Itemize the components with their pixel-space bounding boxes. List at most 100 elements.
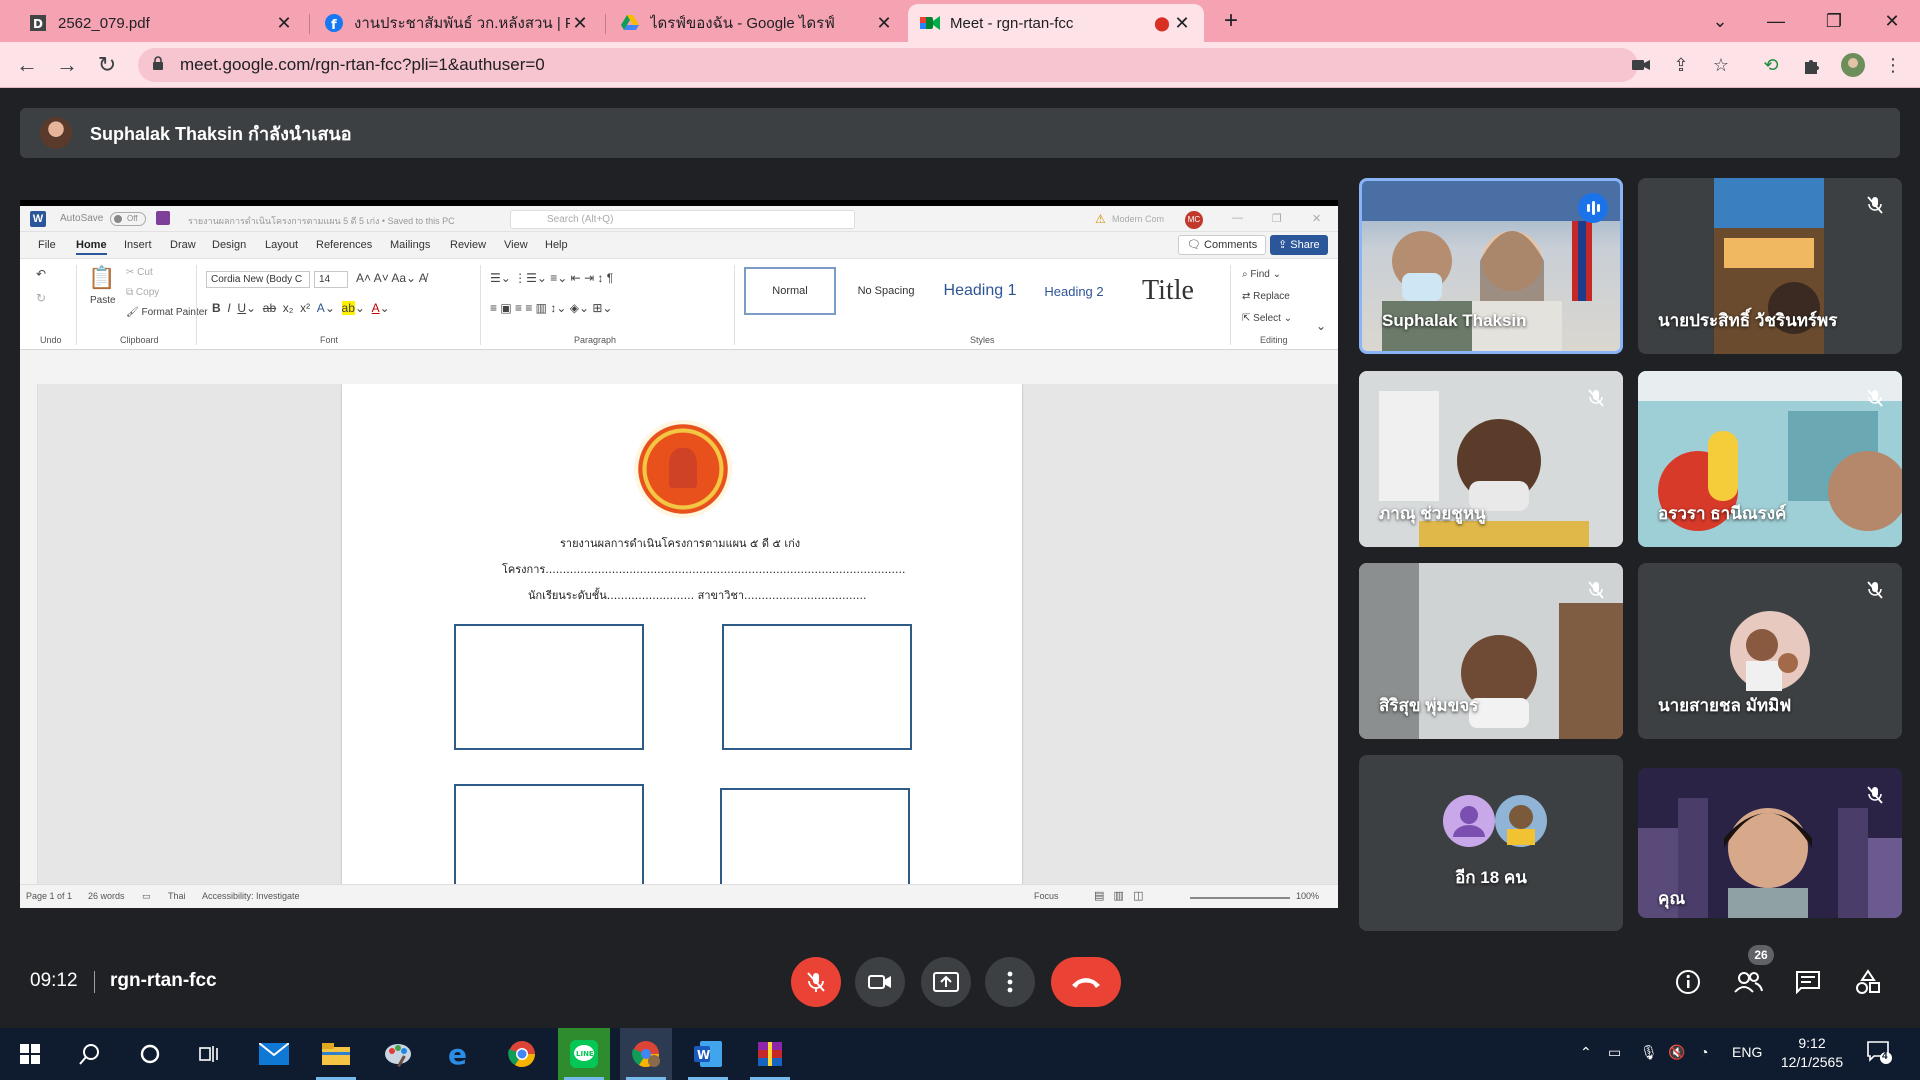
taskbar-word[interactable]: W <box>682 1028 734 1080</box>
ribbon-tab-view[interactable]: View <box>504 239 528 251</box>
forward-icon[interactable]: → <box>52 50 82 80</box>
show-hidden-icons[interactable]: ⌃ <box>1580 1044 1592 1061</box>
taskbar-edge[interactable]: e <box>434 1028 486 1080</box>
camera-in-use-icon[interactable] <box>1628 52 1654 78</box>
comments-button[interactable]: 🗨 Comments <box>1178 235 1267 255</box>
document-page[interactable]: รายงานผลการดำเนินโครงการตามแผน ๕ ดี ๕ เก… <box>342 384 1022 884</box>
reload-icon[interactable]: ↻ <box>92 50 122 80</box>
tab-search-icon[interactable]: ⌄ <box>1692 0 1748 42</box>
browser-tab-meet[interactable]: Meet - rgn-rtan-fcc ⬤ ✕ <box>908 4 1204 42</box>
focus-mode-button[interactable]: Focus <box>1034 891 1059 901</box>
undo-icon[interactable]: ↶ <box>36 267 46 281</box>
save-icon[interactable] <box>156 211 170 225</box>
minimize-icon[interactable]: — <box>1748 0 1804 42</box>
address-bar[interactable]: meet.google.com/rgn-rtan-fcc?pli=1&authu… <box>138 48 1638 82</box>
more-options-button[interactable] <box>985 957 1035 1007</box>
participant-tile[interactable]: ภาณุ ช่วยชูหนู <box>1359 371 1623 547</box>
replace-button[interactable]: ⇄ Replace <box>1242 291 1290 302</box>
taskbar-chrome[interactable] <box>496 1028 548 1080</box>
word-close-icon[interactable]: ✕ <box>1312 212 1321 225</box>
ribbon-tab-file[interactable]: File <box>38 239 56 251</box>
share-page-icon[interactable]: ⇪ <box>1668 52 1694 78</box>
style-normal[interactable]: Normal <box>744 267 836 315</box>
camera-toggle-button[interactable] <box>855 957 905 1007</box>
close-window-icon[interactable]: ✕ <box>1864 0 1920 42</box>
participant-tile-self[interactable]: คุณ <box>1638 768 1902 918</box>
cortana-button[interactable] <box>124 1028 176 1080</box>
notifications-button[interactable]: 4 <box>1866 1040 1892 1067</box>
font-format-icons[interactable]: B I U⌄ ab x₂ x² A⌄ ab⌄ A⌄ <box>212 301 390 315</box>
copy-button[interactable]: ⧉ Copy <box>126 287 159 298</box>
browser-tab-google-drive[interactable]: ไดรฟ์ของฉัน - Google ไดรฟ์ ✕ <box>608 4 906 42</box>
taskbar-line[interactable]: LINE <box>558 1028 610 1080</box>
bookmark-star-icon[interactable]: ☆ <box>1708 52 1734 78</box>
close-tab-icon[interactable]: ✕ <box>874 13 894 34</box>
participant-tile[interactable]: นายประสิทธิ์ วัชรินทร์พร <box>1638 178 1902 354</box>
share-button[interactable]: ⇪ Share <box>1270 235 1328 255</box>
language-indicator[interactable]: Thai <box>168 891 186 901</box>
microphone-tray-icon[interactable]: 🎙 <box>1640 1044 1658 1061</box>
style-no-spacing[interactable]: No Spacing <box>840 267 932 315</box>
search-button[interactable] <box>64 1028 116 1080</box>
close-tab-icon[interactable]: ✕ <box>274 13 294 34</box>
page-count[interactable]: Page 1 of 1 <box>26 891 72 901</box>
word-user-avatar[interactable]: MC <box>1185 211 1203 229</box>
view-mode-icons[interactable]: ▤ ▥ ◫ <box>1094 889 1144 902</box>
ribbon-tab-help[interactable]: Help <box>545 239 568 251</box>
ribbon-tab-mailings[interactable]: Mailings <box>390 239 430 251</box>
participant-tile[interactable]: นายสายชล มัทมิฟ <box>1638 563 1902 739</box>
ribbon-tab-layout[interactable]: Layout <box>265 239 298 251</box>
ribbon-tab-design[interactable]: Design <box>212 239 246 251</box>
paste-label[interactable]: Paste <box>90 295 116 306</box>
mic-toggle-button[interactable] <box>791 957 841 1007</box>
taskbar-chrome-profile[interactable] <box>620 1028 672 1080</box>
people-button[interactable] <box>1733 967 1763 997</box>
new-tab-button[interactable]: + <box>1206 0 1256 42</box>
ribbon-tab-insert[interactable]: Insert <box>124 239 152 251</box>
meeting-code[interactable]: rgn-rtan-fcc <box>110 970 217 992</box>
participant-tile[interactable]: สิริสุข พุ่มขจร <box>1359 563 1623 739</box>
ribbon-collapse-icon[interactable]: ⌄ <box>1316 319 1326 333</box>
word-restore-icon[interactable]: ❐ <box>1272 212 1282 225</box>
input-language[interactable]: ENG <box>1732 1044 1762 1060</box>
close-tab-icon[interactable]: ✕ <box>570 13 590 34</box>
word-minimize-icon[interactable]: — <box>1232 212 1243 224</box>
style-heading-1[interactable]: Heading 1 <box>934 267 1026 315</box>
find-button[interactable]: ⌕ Find ⌄ <box>1242 269 1281 280</box>
list-indent-icons[interactable]: ☰⌄ ⋮☰⌄ ≡⌄ ⇤ ⇥ ↕ ¶ <box>490 271 613 285</box>
zoom-slider[interactable] <box>1190 897 1290 899</box>
taskbar-paint[interactable] <box>372 1028 424 1080</box>
activities-button[interactable] <box>1853 967 1883 997</box>
taskbar-winrar[interactable] <box>744 1028 796 1080</box>
autosave-toggle[interactable]: Off <box>110 212 146 226</box>
present-screen-button[interactable] <box>921 957 971 1007</box>
leave-call-button[interactable] <box>1051 957 1121 1007</box>
proofing-icon[interactable]: ▭ <box>142 891 151 902</box>
ribbon-tab-review[interactable]: Review <box>450 239 486 251</box>
word-search-box[interactable]: Search (Alt+Q) <box>510 210 855 229</box>
word-count[interactable]: 26 words <box>88 891 125 901</box>
back-icon[interactable]: ← <box>12 50 42 80</box>
close-tab-icon[interactable]: ✕ <box>1172 13 1192 34</box>
extensions-puzzle-icon[interactable] <box>1798 52 1824 78</box>
taskbar-clock[interactable]: 9:12 12/1/2565 <box>1780 1034 1844 1072</box>
font-size-select[interactable]: 14 <box>314 271 348 288</box>
accessibility-status[interactable]: Accessibility: Investigate <box>202 891 300 901</box>
photo-placeholder[interactable] <box>454 624 644 750</box>
restore-icon[interactable]: ❐ <box>1806 0 1862 42</box>
browser-menu-icon[interactable]: ⋮ <box>1880 52 1906 78</box>
style-heading-2[interactable]: Heading 2 <box>1028 267 1120 315</box>
browser-tab-pdf[interactable]: D 2562_079.pdf ✕ <box>16 4 306 42</box>
meeting-info-button[interactable] <box>1673 967 1703 997</box>
extension-sync-icon[interactable]: ⟲ <box>1758 52 1784 78</box>
profile-avatar[interactable] <box>1840 52 1866 78</box>
alignment-icons[interactable]: ≡ ▣ ≡ ≡ ▥ ↕⌄ ◈⌄ ⊞⌄ <box>490 301 612 315</box>
photo-placeholder[interactable] <box>720 788 910 884</box>
start-button[interactable] <box>4 1028 56 1080</box>
ribbon-tab-references[interactable]: References <box>316 239 372 251</box>
font-grow-shrink-icon[interactable]: A˄ A˅ Aa⌄ A̸ <box>356 271 427 285</box>
ribbon-tab-draw[interactable]: Draw <box>170 239 196 251</box>
participant-tile[interactable]: อรวรา ธานีณรงค์ <box>1638 371 1902 547</box>
browser-tab-facebook[interactable]: f งานประชาสัมพันธ์ วก.หลังสวน | Faceb ✕ <box>312 4 602 42</box>
task-view-button[interactable] <box>184 1028 236 1080</box>
